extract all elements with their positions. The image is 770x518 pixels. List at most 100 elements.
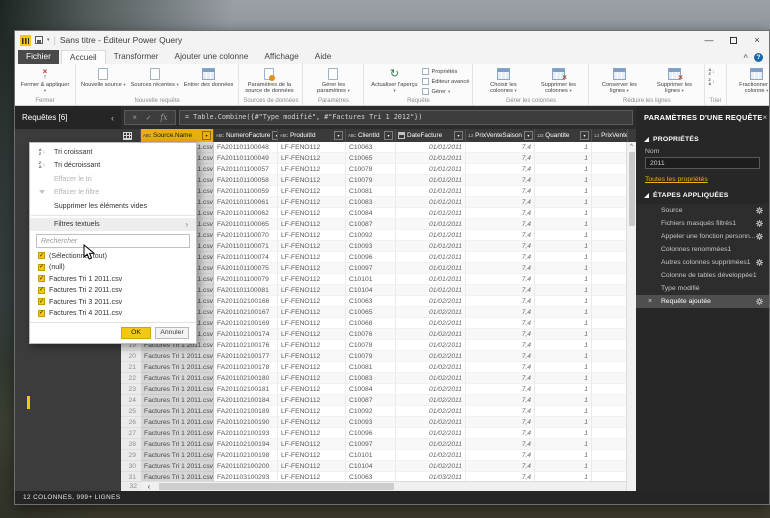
- cell[interactable]: 1: [535, 340, 592, 351]
- cell[interactable]: LF-FENO112: [278, 461, 346, 472]
- menu-item-supprimer-les-elements-vides[interactable]: Supprimer les éléments vides: [30, 199, 196, 213]
- cell[interactable]: 01/02/2011: [396, 461, 466, 472]
- cell[interactable]: C10092: [346, 406, 396, 417]
- scroll-left-icon[interactable]: ‹: [141, 482, 157, 491]
- cell[interactable]: C10092: [346, 230, 396, 241]
- cell[interactable]: FA201102100176: [214, 340, 278, 351]
- cell[interactable]: 7,4: [466, 142, 535, 153]
- cell[interactable]: LF-FENO112: [278, 417, 346, 428]
- cell[interactable]: FA201101100061: [214, 197, 278, 208]
- cell[interactable]: 1: [535, 296, 592, 307]
- cell[interactable]: 01/02/2011: [396, 384, 466, 395]
- column-header-produitid[interactable]: ABC ProduitId ▾: [278, 129, 346, 142]
- help-icon[interactable]: ?: [754, 53, 763, 62]
- maximize-button[interactable]: [721, 31, 745, 49]
- checkbox-checked-icon[interactable]: ✓: [38, 252, 45, 259]
- row-number[interactable]: 23: [121, 384, 141, 395]
- cell[interactable]: [592, 153, 628, 164]
- cell[interactable]: [592, 472, 628, 481]
- cell[interactable]: 7,4: [466, 417, 535, 428]
- filter-dropdown-icon[interactable]: ▾: [454, 131, 463, 140]
- menu-item-tri-croissant[interactable]: A Z ↓ Tri croissant: [30, 145, 196, 159]
- menu-item-tri-decroissant[interactable]: Z A ↓ Tri décroissant: [30, 159, 196, 173]
- cell[interactable]: 01/02/2011: [396, 362, 466, 373]
- filter-value-null[interactable]: ✓ (null): [38, 263, 188, 272]
- cell[interactable]: 7,4: [466, 197, 535, 208]
- cell[interactable]: FA201101100059: [214, 186, 278, 197]
- applied-step-appeler-une-fonction-personn[interactable]: Appeler une fonction personn...: [636, 230, 769, 243]
- row-number[interactable]: 26: [121, 417, 141, 428]
- cell[interactable]: C10065: [346, 153, 396, 164]
- cell[interactable]: [592, 252, 628, 263]
- title-bar[interactable]: ▾ | Sans titre - Éditeur Power Query — ×: [15, 31, 769, 49]
- cell[interactable]: FA201102100180: [214, 373, 278, 384]
- cell[interactable]: 1: [535, 362, 592, 373]
- fx-icon[interactable]: fx: [160, 113, 167, 122]
- cell[interactable]: LF-FENO112: [278, 274, 346, 285]
- cell[interactable]: 01/02/2011: [396, 395, 466, 406]
- cell[interactable]: 01/02/2011: [396, 406, 466, 417]
- cell[interactable]: 7,4: [466, 351, 535, 362]
- cell[interactable]: LF-FENO112: [278, 307, 346, 318]
- cell[interactable]: 1: [535, 274, 592, 285]
- column-header-numerofacture[interactable]: ABC NumeroFacture ▾: [214, 129, 278, 142]
- cell[interactable]: 7,4: [466, 362, 535, 373]
- cell[interactable]: [592, 230, 628, 241]
- row-number[interactable]: 27: [121, 428, 141, 439]
- formula-input[interactable]: = Table.Combine({#"Type modifié", #"Fact…: [179, 110, 633, 125]
- cell[interactable]: [592, 175, 628, 186]
- cell[interactable]: Factures Tri 1 2011.csv: [141, 373, 214, 384]
- cell[interactable]: [592, 274, 628, 285]
- vertical-scrollbar[interactable]: ^: [626, 142, 636, 491]
- cell[interactable]: Factures Tri 1 2011.csv: [141, 351, 214, 362]
- cell[interactable]: 1: [535, 395, 592, 406]
- cell[interactable]: 01/01/2011: [396, 142, 466, 153]
- checkbox-checked-icon[interactable]: ✓: [38, 286, 45, 294]
- table-corner-cell[interactable]: [121, 129, 141, 142]
- column-header-source-name[interactable]: ABC Source.Name ▾: [141, 129, 214, 142]
- row-number[interactable]: 25: [121, 406, 141, 417]
- cell[interactable]: C10087: [346, 219, 396, 230]
- row-number[interactable]: 24: [121, 395, 141, 406]
- cell[interactable]: [592, 241, 628, 252]
- cell[interactable]: 1: [535, 153, 592, 164]
- cell[interactable]: LF-FENO112: [278, 362, 346, 373]
- checkbox-checked-icon[interactable]: ✓: [38, 298, 45, 305]
- cell[interactable]: FA201101100075: [214, 263, 278, 274]
- cell[interactable]: 01/02/2011: [396, 450, 466, 461]
- cell[interactable]: 7,4: [466, 252, 535, 263]
- cell[interactable]: 01/02/2011: [396, 439, 466, 450]
- cell[interactable]: Factures Tri 1 2011.csv: [141, 439, 214, 450]
- cell[interactable]: Factures Tri 1 2011.csv: [141, 450, 214, 461]
- cell[interactable]: 01/01/2011: [396, 153, 466, 164]
- cell[interactable]: 7,4: [466, 175, 535, 186]
- cell[interactable]: FA201102100200: [214, 461, 278, 472]
- all-properties-link[interactable]: Toutes les propriétés: [645, 176, 760, 183]
- cell[interactable]: C10096: [346, 428, 396, 439]
- filter-dropdown-icon[interactable]: ▾: [580, 131, 589, 140]
- supprimer-les-colonnes-button[interactable]: × Supprimer les colonnes ▾: [531, 66, 585, 98]
- cell[interactable]: [592, 351, 628, 362]
- cell[interactable]: LF-FENO112: [278, 329, 346, 340]
- cell[interactable]: [592, 417, 628, 428]
- sort-za-button[interactable]: Z A ↓: [708, 77, 714, 86]
- cell[interactable]: 1: [535, 406, 592, 417]
- cell[interactable]: C10084: [346, 384, 396, 395]
- filter-dropdown-icon[interactable]: ▾: [384, 131, 393, 140]
- cell[interactable]: 01/01/2011: [396, 197, 466, 208]
- cell[interactable]: 01/02/2011: [396, 318, 466, 329]
- cell[interactable]: FA201101100058: [214, 175, 278, 186]
- gerer-les-parametres-button[interactable]: Gérer les paramètres ▾: [306, 66, 360, 98]
- cell[interactable]: FA201101100070: [214, 230, 278, 241]
- cell[interactable]: C10068: [346, 318, 396, 329]
- cell[interactable]: FA201102100189: [214, 406, 278, 417]
- choisir-les-colonnes-button[interactable]: Choisir les colonnes ▾: [476, 66, 530, 98]
- filter-search-input[interactable]: Rechercher: [36, 234, 190, 248]
- cell[interactable]: 01/01/2011: [396, 263, 466, 274]
- entrer-des-donnees-button[interactable]: Entrer des données: [182, 66, 236, 98]
- cell[interactable]: FA201102100174: [214, 329, 278, 340]
- cell[interactable]: 1: [535, 472, 592, 481]
- cell[interactable]: 7,4: [466, 395, 535, 406]
- cell[interactable]: 1: [535, 142, 592, 153]
- cell[interactable]: LF-FENO112: [278, 296, 346, 307]
